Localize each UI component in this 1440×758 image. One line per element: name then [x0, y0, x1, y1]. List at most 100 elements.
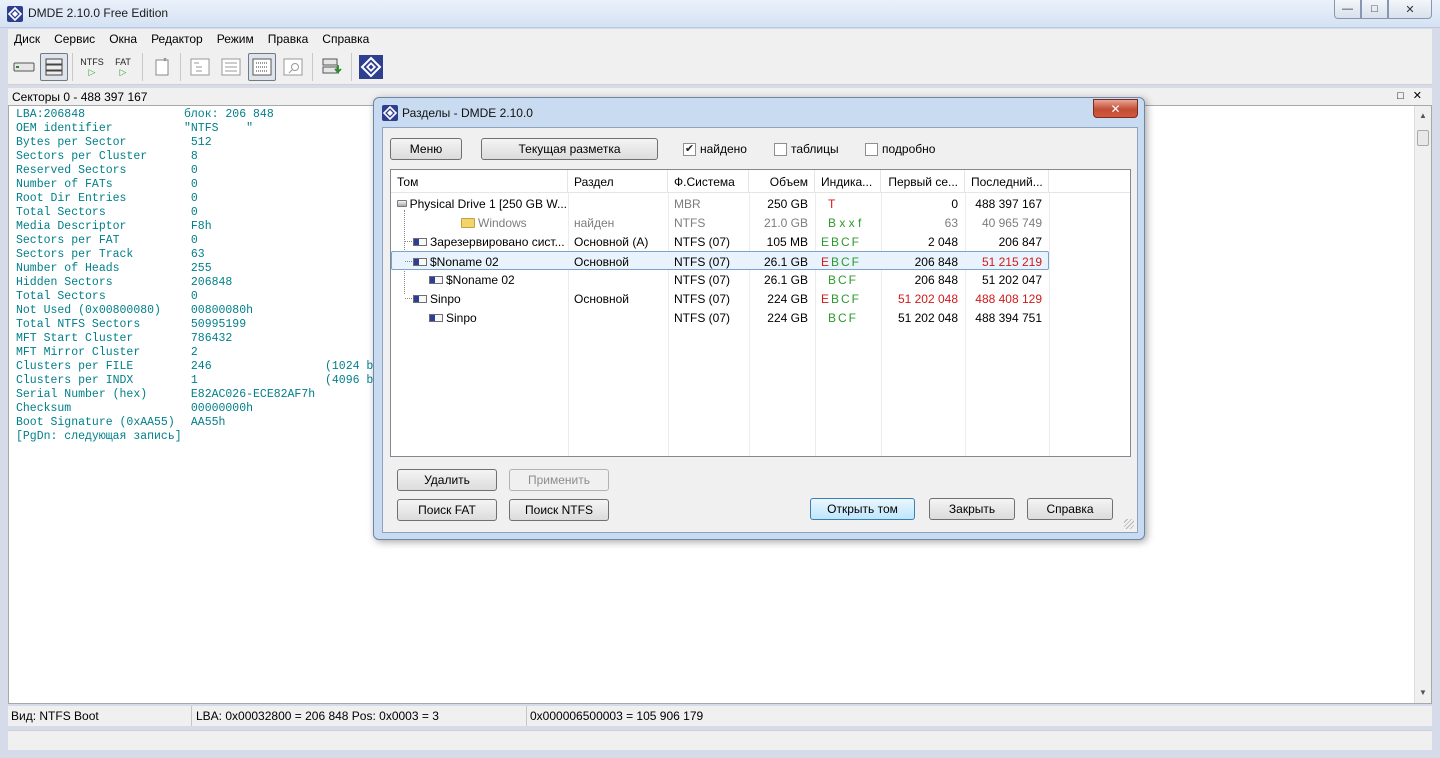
row-size: 26.1 GB — [763, 254, 808, 269]
ntfs-search-icon[interactable]: NTFS ▷ — [78, 53, 106, 81]
menu-service[interactable]: Сервис — [54, 32, 95, 46]
boot-field-value: блок: 206 848 — [184, 108, 274, 121]
delete-button[interactable]: Удалить — [397, 469, 497, 491]
boot-field-value: 246 — [184, 360, 212, 373]
open-volume-button[interactable]: Открыть том — [810, 498, 915, 520]
col-filesystem[interactable]: Ф.Система — [668, 170, 749, 193]
scrollbar-thumb[interactable] — [1417, 130, 1429, 146]
vertical-scrollbar[interactable]: ▲ ▼ — [1414, 106, 1431, 703]
col-last-sector[interactable]: Последний... — [965, 170, 1049, 193]
view-list-icon[interactable] — [217, 53, 245, 81]
col-size[interactable]: Объем — [749, 170, 815, 193]
restore-panel-icon[interactable]: □ — [1397, 90, 1404, 102]
toolbar: NTFS ▷ FAT ▷ — [8, 49, 1432, 85]
horizontal-scrollbar[interactable] — [8, 730, 1432, 750]
partitions-list[interactable]: Том Раздел Ф.Система Объем Индика... Пер… — [390, 169, 1131, 457]
row-volume: Physical Drive 1 [250 GB W... — [409, 196, 567, 211]
boot-field-name: Number of FATs — [16, 178, 113, 191]
close-panel-icon[interactable]: ✕ — [1413, 90, 1422, 102]
boot-field-name: Reserved Sectors — [16, 164, 127, 177]
boot-field-name: Root Dir Entries — [16, 192, 127, 205]
close-window-button[interactable]: ✕ — [1388, 0, 1432, 19]
fat-search-icon[interactable]: FAT ▷ — [109, 53, 137, 81]
dialog-title: Разделы - DMDE 2.10.0 — [402, 106, 533, 120]
checkbox-unchecked-icon — [865, 142, 878, 156]
row-filesystem: MBR — [674, 196, 701, 211]
partition-row-selected[interactable]: $Noname 02 Основной NTFS (07) 26.1 GB EB… — [391, 251, 1049, 270]
sector-panel-controls: □ ✕ — [1397, 89, 1422, 102]
menu-editor[interactable]: Редактор — [151, 32, 203, 46]
col-volume[interactable]: Том — [391, 170, 568, 193]
toolbar-separator — [351, 53, 352, 81]
menu-help[interactable]: Справка — [322, 32, 369, 46]
toolbar-separator — [312, 53, 313, 81]
partition-row[interactable]: Sinpo Основной NTFS (07) 224 GB E BCF 51 … — [391, 289, 1049, 308]
boot-field-value: 0 — [184, 290, 198, 303]
found-checkbox[interactable]: ✔ найдено — [683, 142, 747, 156]
partition-row[interactable]: Зарезервировано сист... Основной (A) NTF… — [391, 232, 1049, 251]
view-find-icon[interactable] — [279, 53, 307, 81]
boot-field-name: Sectors per Track — [16, 248, 134, 261]
partition-row[interactable]: $Noname 02 NTFS (07) 26.1 GB BCF 206 848… — [391, 270, 1049, 289]
export-icon[interactable] — [318, 53, 346, 81]
menu-disk[interactable]: Диск — [14, 32, 40, 46]
scroll-up-icon[interactable]: ▲ — [1415, 108, 1431, 124]
boot-field-name: [PgDn: следующая запись] — [16, 430, 182, 443]
boot-field-extra: (1024 b — [325, 360, 374, 373]
partitions-icon[interactable] — [40, 53, 68, 81]
open-file-icon[interactable] — [148, 53, 176, 81]
menu-edit[interactable]: Правка — [268, 32, 309, 46]
row-first-sector: 51 202 048 — [897, 291, 958, 306]
dialog-close-button[interactable]: ✕ — [1093, 99, 1138, 118]
app-titlebar: DMDE 2.10.0 Free Edition — □ ✕ — [0, 0, 1440, 28]
row-indicators: EBCF — [821, 234, 862, 249]
tables-checkbox[interactable]: таблицы — [774, 142, 839, 156]
volume-icon — [413, 257, 427, 266]
maximize-button[interactable]: □ — [1361, 0, 1388, 19]
current-layout-button[interactable]: Текущая разметка — [481, 138, 658, 160]
row-partition: Основной (A) — [574, 234, 649, 249]
partitions-dialog: Разделы - DMDE 2.10.0 ✕ Меню Текущая раз… — [373, 97, 1145, 540]
drive-icon[interactable] — [10, 53, 38, 81]
view-hex-icon[interactable] — [248, 53, 276, 81]
col-first-sector[interactable]: Первый се... — [881, 170, 965, 193]
row-size: 224 GB — [767, 310, 808, 325]
row-partition: Основной — [574, 254, 630, 269]
row-volume: Sinpo — [446, 310, 477, 325]
row-volume: $Noname 02 — [430, 254, 499, 269]
minimize-button[interactable]: — — [1334, 0, 1361, 19]
resize-grip-icon[interactable] — [1124, 519, 1134, 529]
row-filesystem: NTFS — [674, 215, 706, 230]
help-button[interactable]: Справка — [1027, 498, 1113, 520]
menu-windows[interactable]: Окна — [109, 32, 137, 46]
status-lba: LBA: 0x00032800 = 206 848 Pos: 0x0003 = … — [192, 706, 527, 726]
partition-row[interactable]: Physical Drive 1 [250 GB W... MBR 250 GB… — [391, 194, 1049, 213]
partition-row[interactable]: Sinpo NTFS (07) 224 GB BCF 51 202 048 48… — [391, 308, 1049, 327]
scroll-down-icon[interactable]: ▼ — [1415, 685, 1431, 701]
boot-field-value: "NTFS " — [184, 122, 254, 135]
menu-mode[interactable]: Режим — [217, 32, 254, 46]
col-indicators[interactable]: Индика... — [815, 170, 881, 193]
status-offset: 0x000006500003 = 105 906 179 — [530, 709, 704, 723]
search-ntfs-button[interactable]: Поиск NTFS — [509, 499, 609, 521]
boot-field-name: Checksum — [16, 402, 72, 415]
row-filesystem: NTFS (07) — [674, 234, 731, 249]
partition-row[interactable]: Windows найден NTFS 21.0 GB B x x f 63 4… — [391, 213, 1049, 232]
row-size: 21.0 GB — [763, 215, 808, 230]
view-tree-icon[interactable] — [186, 53, 214, 81]
col-partition[interactable]: Раздел — [568, 170, 668, 193]
dmde-logo-icon[interactable] — [357, 53, 385, 81]
search-fat-button[interactable]: Поиск FAT — [397, 499, 497, 521]
window-controls: — □ ✕ — [1334, 0, 1432, 19]
row-first-sector: 2 048 — [927, 234, 958, 249]
volume-icon — [429, 275, 443, 284]
boot-field-value: 0 — [184, 234, 198, 247]
boot-field-name: Sectors per Cluster — [16, 150, 148, 163]
row-filesystem: NTFS (07) — [674, 291, 731, 306]
detailed-checkbox[interactable]: подробно — [865, 142, 935, 156]
boot-field-value: F8h — [184, 220, 212, 233]
menu-button[interactable]: Меню — [390, 138, 462, 160]
apply-button[interactable]: Применить — [509, 469, 609, 491]
close-dialog-button[interactable]: Закрыть — [929, 498, 1015, 520]
list-header: Том Раздел Ф.Система Объем Индика... Пер… — [391, 170, 1130, 193]
